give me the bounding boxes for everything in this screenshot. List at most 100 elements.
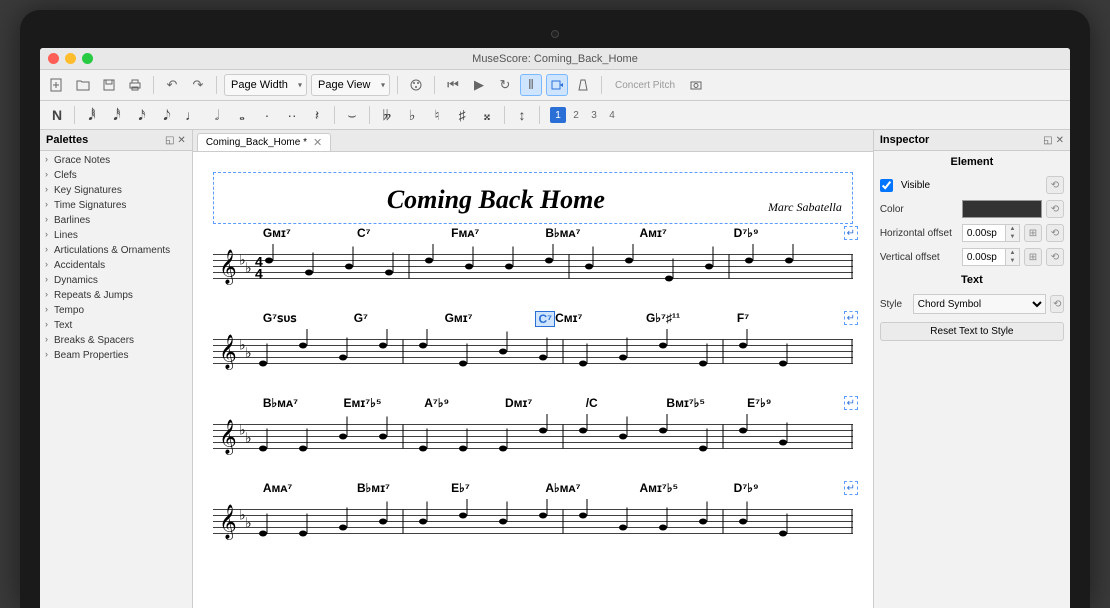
chord-symbol[interactable]: B♭ᴍᴀ⁷ xyxy=(545,226,639,240)
chord-symbol[interactable]: Aᴍɪ⁷♭⁵ xyxy=(640,481,734,495)
chord-symbol[interactable]: E♭⁷ xyxy=(451,481,545,495)
voice-1-button[interactable]: 1 xyxy=(550,107,566,123)
chord-symbol[interactable]: D⁷♭⁹ xyxy=(734,481,828,495)
palette-item[interactable]: Time Signatures xyxy=(40,198,192,213)
note-64th[interactable]: 𝅘𝅥𝅱 xyxy=(81,104,103,126)
h-offset-up[interactable]: ▲ xyxy=(1006,225,1019,233)
title-frame[interactable]: Coming Back Home Marc Sabatella xyxy=(213,172,853,224)
sharp-button[interactable]: ♯ xyxy=(451,104,473,126)
chord-symbol[interactable]: Cᴍɪ⁷ xyxy=(555,311,646,327)
voice-2-button[interactable]: 2 xyxy=(568,107,584,123)
chord-symbol[interactable]: Aᴍᴀ⁷ xyxy=(263,481,357,495)
palette-item[interactable]: Breaks & Spacers xyxy=(40,333,192,348)
palette-item[interactable]: Key Signatures xyxy=(40,183,192,198)
reset-v-button[interactable]: ⟲ xyxy=(1046,248,1064,266)
chord-symbol[interactable]: C⁷ xyxy=(535,311,555,327)
tie-button[interactable]: ⌣ xyxy=(341,104,363,126)
rest-button[interactable]: 𝄽 xyxy=(306,104,328,126)
inspector-undock-icon[interactable]: ◱ xyxy=(1043,135,1052,146)
note-dot[interactable]: · xyxy=(256,104,278,126)
note-half[interactable]: 𝅗𝅥 xyxy=(206,104,228,126)
palette-item[interactable]: Text xyxy=(40,318,192,333)
voice-4-button[interactable]: 4 xyxy=(604,107,620,123)
chord-symbol[interactable]: G⁷ꜱᴜꜱ xyxy=(263,311,354,327)
rewind-button[interactable]: ⏮ xyxy=(442,74,464,96)
chord-symbol[interactable]: B♭ᴍᴀ⁷ xyxy=(263,396,344,410)
close-window-button[interactable] xyxy=(48,53,59,64)
palettes-close-icon[interactable]: ✕ xyxy=(177,135,185,146)
natural-button[interactable]: ♮ xyxy=(426,104,448,126)
note-32nd[interactable]: 𝅘𝅥𝅰 xyxy=(106,104,128,126)
system-break-icon[interactable]: ↵ xyxy=(844,481,858,495)
chord-symbol[interactable]: Eᴍɪ⁷♭⁵ xyxy=(344,396,425,410)
chord-symbol[interactable]: Bᴍɪ⁷♭⁵ xyxy=(666,396,747,410)
reset-h-button[interactable]: ⟲ xyxy=(1046,224,1064,242)
chord-symbol[interactable]: /C xyxy=(586,396,667,410)
staff-system[interactable]: Aᴍᴀ⁷B♭ᴍɪ⁷E♭⁷A♭ᴍᴀ⁷Aᴍɪ⁷♭⁵D⁷♭⁹𝄞♭♭↵ xyxy=(213,499,853,549)
chord-symbol[interactable]: D⁷♭⁹ xyxy=(734,226,828,240)
palettes-undock-icon[interactable]: ◱ xyxy=(165,135,174,146)
chord-symbol[interactable]: G♭⁷♯¹¹ xyxy=(646,311,737,327)
flat-button[interactable]: ♭ xyxy=(401,104,423,126)
palette-item[interactable]: Clefs xyxy=(40,168,192,183)
system-break-icon[interactable]: ↵ xyxy=(844,311,858,325)
chord-symbol[interactable]: Gᴍɪ⁷ xyxy=(263,226,357,240)
chord-symbol[interactable]: C⁷ xyxy=(357,226,451,240)
score-title[interactable]: Coming Back Home xyxy=(224,185,768,215)
palette-item[interactable]: Repeats & Jumps xyxy=(40,288,192,303)
view-mode-select[interactable]: Page View xyxy=(311,74,390,96)
minimize-window-button[interactable] xyxy=(65,53,76,64)
pan-score-button[interactable] xyxy=(546,74,568,96)
note-quarter[interactable]: ♩ xyxy=(181,104,203,126)
h-offset-down[interactable]: ▼ xyxy=(1006,233,1019,241)
palette-item[interactable]: Beam Properties xyxy=(40,348,192,363)
undo-button[interactable]: ↶ xyxy=(161,74,183,96)
staff-system[interactable]: G⁷ꜱᴜꜱG⁷Gᴍɪ⁷C⁷Cᴍɪ⁷G♭⁷♯¹¹F⁷𝄞♭♭↵ xyxy=(213,329,853,379)
concert-pitch-button[interactable]: Concert Pitch xyxy=(609,74,681,96)
note-8th[interactable]: 𝅘𝅥𝅮 xyxy=(156,104,178,126)
chord-symbol[interactable]: Aᴍɪ⁷ xyxy=(640,226,734,240)
play-repeats-button[interactable]: ⦀ xyxy=(520,74,542,96)
snap-h-button[interactable]: ⊞ xyxy=(1024,224,1042,242)
image-capture-button[interactable] xyxy=(685,74,707,96)
chord-symbol[interactable]: F⁷ xyxy=(737,311,828,327)
zoom-window-button[interactable] xyxy=(82,53,93,64)
v-offset-up[interactable]: ▲ xyxy=(1006,249,1019,257)
score-canvas[interactable]: Coming Back Home Marc Sabatella Gᴍɪ⁷C⁷Fᴍ… xyxy=(193,152,873,608)
palette-item[interactable]: Tempo xyxy=(40,303,192,318)
staff-system[interactable]: B♭ᴍᴀ⁷Eᴍɪ⁷♭⁵A⁷♭⁹Dᴍɪ⁷/CBᴍɪ⁷♭⁵E⁷♭⁹𝄞♭♭↵ xyxy=(213,414,853,464)
text-style-select[interactable]: Chord Symbol xyxy=(913,294,1047,314)
note-double-dot[interactable]: ·· xyxy=(281,104,303,126)
save-button[interactable] xyxy=(98,74,120,96)
note-whole[interactable]: 𝅝 xyxy=(231,104,253,126)
palette-item[interactable]: Barlines xyxy=(40,213,192,228)
redo-button[interactable]: ↷ xyxy=(187,74,209,96)
print-button[interactable] xyxy=(124,74,146,96)
visible-checkbox[interactable] xyxy=(880,179,893,192)
palette-item[interactable]: Dynamics xyxy=(40,273,192,288)
double-sharp-button[interactable]: 𝄪 xyxy=(476,104,498,126)
h-offset-input[interactable] xyxy=(962,224,1006,242)
chord-symbol[interactable]: B♭ᴍɪ⁷ xyxy=(357,481,451,495)
reset-style-button[interactable]: ⟲ xyxy=(1050,295,1064,313)
reset-color-button[interactable]: ⟲ xyxy=(1046,200,1064,218)
palette-item[interactable]: Accidentals xyxy=(40,258,192,273)
palette-item[interactable]: Articulations & Ornaments xyxy=(40,243,192,258)
open-file-button[interactable] xyxy=(72,74,94,96)
new-file-button[interactable] xyxy=(46,74,68,96)
chord-symbol[interactable]: Fᴍᴀ⁷ xyxy=(451,226,545,240)
flip-button[interactable]: ↕ xyxy=(511,104,533,126)
loop-button[interactable]: ↻ xyxy=(494,74,516,96)
v-offset-down[interactable]: ▼ xyxy=(1006,257,1019,265)
metronome-button[interactable] xyxy=(572,74,594,96)
midi-input-button[interactable] xyxy=(405,74,427,96)
chord-symbol[interactable]: Gᴍɪ⁷ xyxy=(445,311,536,327)
v-offset-input[interactable] xyxy=(962,248,1006,266)
reset-visible-button[interactable]: ⟲ xyxy=(1046,176,1064,194)
palette-item[interactable]: Grace Notes xyxy=(40,153,192,168)
document-tab[interactable]: Coming_Back_Home * ✕ xyxy=(197,133,331,151)
chord-symbol[interactable]: E⁷♭⁹ xyxy=(747,396,828,410)
reset-text-to-style-button[interactable]: Reset Text to Style xyxy=(880,322,1064,341)
zoom-mode-select[interactable]: Page Width xyxy=(224,74,307,96)
chord-symbol[interactable]: Dᴍɪ⁷ xyxy=(505,396,586,410)
